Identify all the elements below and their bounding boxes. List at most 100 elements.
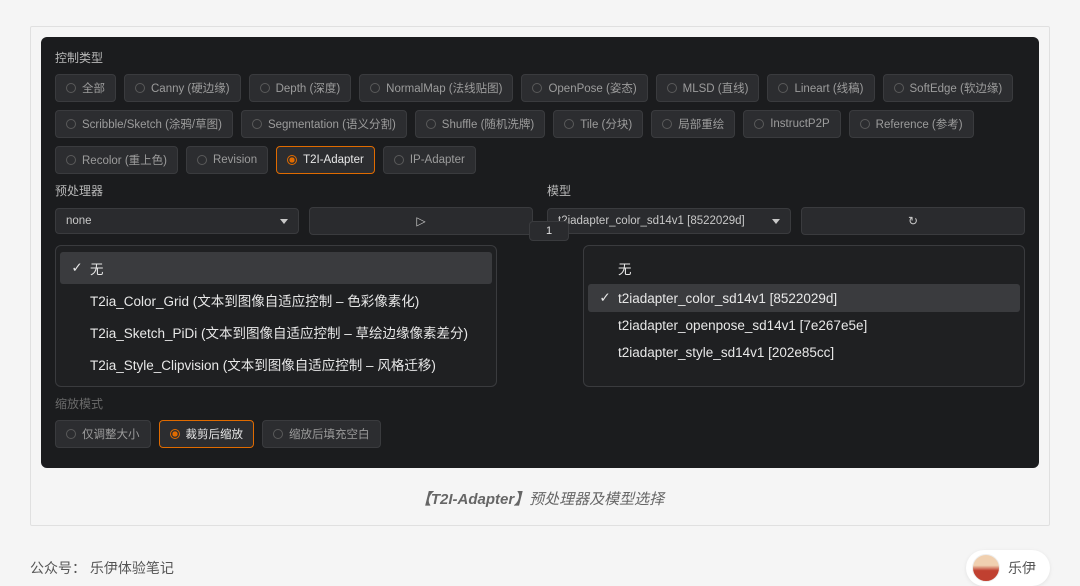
model-select[interactable]: t2iadapter_color_sd14v1 [8522029d] (547, 208, 791, 234)
radio-dot-icon (394, 155, 404, 165)
radio-dot-icon (287, 155, 297, 165)
radio-label: MLSD (直线) (683, 80, 749, 96)
dropdown-item[interactable]: ✓ t2iadapter_color_sd14v1 [8522029d] (588, 284, 1020, 312)
radio-label: Segmentation (语义分割) (268, 116, 396, 132)
radio-dot-icon (135, 83, 145, 93)
radio-dot-icon (252, 119, 262, 129)
dropdown-item-label: t2iadapter_style_sd14v1 [202e85cc] (618, 345, 834, 360)
radio-option[interactable]: InstructP2P (743, 110, 840, 138)
dropdown-item-label: 无 (618, 258, 632, 278)
model-label: 模型 (547, 182, 1025, 199)
dropdown-item[interactable]: t2iadapter_style_sd14v1 [202e85cc] (588, 339, 1020, 366)
radio-option[interactable]: T2I-Adapter (276, 146, 375, 174)
preprocessor-select[interactable]: none (55, 208, 299, 234)
model-value: t2iadapter_color_sd14v1 [8522029d] (558, 215, 745, 227)
radio-label: Depth (深度) (276, 80, 341, 96)
play-icon: ▷ (416, 214, 425, 228)
dropdown-item-label: t2iadapter_color_sd14v1 [8522029d] (618, 291, 837, 306)
dropdown-item-label: T2ia_Sketch_PiDi (文本到图像自适应控制 – 草绘边缘像素差分) (90, 322, 468, 342)
radio-label: SoftEdge (软边缘) (910, 80, 1003, 96)
refresh-models-button[interactable]: ↻ (801, 207, 1025, 235)
dropdown-item[interactable]: t2iadapter_openpose_sd14v1 [7e267e5e] (588, 312, 1020, 339)
radio-option[interactable]: Lineart (线稿) (767, 74, 874, 102)
radio-label: 局部重绘 (678, 116, 724, 132)
radio-dot-icon (778, 83, 788, 93)
radio-dot-icon (260, 83, 270, 93)
radio-label: Revision (213, 154, 257, 166)
radio-option[interactable]: Depth (深度) (249, 74, 352, 102)
section-label-control-type: 控制类型 (55, 49, 1025, 66)
radio-dot-icon (667, 83, 677, 93)
preprocessor-dropdown[interactable]: ✓无T2ia_Color_Grid (文本到图像自适应控制 – 色彩像素化)T2… (55, 245, 497, 387)
radio-dot-icon (370, 83, 380, 93)
radio-dot-icon (66, 155, 76, 165)
radio-option[interactable]: OpenPose (姿态) (521, 74, 647, 102)
radio-label: IP-Adapter (410, 154, 465, 166)
avatar-icon (972, 554, 1000, 582)
radio-label: 全部 (82, 80, 105, 96)
radio-option[interactable]: SoftEdge (软边缘) (883, 74, 1014, 102)
chevron-down-icon (772, 219, 780, 224)
radio-dot-icon (860, 119, 870, 129)
radio-option[interactable]: Scribble/Sketch (涂鸦/草图) (55, 110, 233, 138)
radio-dot-icon (66, 429, 76, 439)
radio-option[interactable]: Segmentation (语义分割) (241, 110, 407, 138)
radio-dot-icon (426, 119, 436, 129)
radio-label: Canny (硬边缘) (151, 80, 230, 96)
chevron-down-icon (280, 219, 288, 224)
radio-label: 缩放后填充空白 (289, 426, 370, 442)
dropdown-item-label: T2ia_Color_Grid (文本到图像自适应控制 – 色彩像素化) (90, 290, 419, 310)
author-name: 乐伊 (1008, 558, 1036, 578)
radio-label: T2I-Adapter (303, 154, 364, 166)
radio-label: 仅调整大小 (82, 426, 140, 442)
refresh-icon: ↻ (908, 214, 918, 228)
dropdown-item[interactable]: 无 (588, 252, 1020, 284)
radio-option[interactable]: IP-Adapter (383, 146, 476, 174)
radio-label: Shuffle (随机洗牌) (442, 116, 534, 132)
dropdown-item[interactable]: T2ia_Sketch_PiDi (文本到图像自适应控制 – 草绘边缘像素差分) (60, 316, 492, 348)
radio-option[interactable]: 仅调整大小 (55, 420, 151, 448)
radio-label: Tile (分块) (580, 116, 632, 132)
check-icon: ✓ (598, 290, 612, 306)
radio-option[interactable]: Recolor (重上色) (55, 146, 178, 174)
radio-dot-icon (662, 119, 672, 129)
radio-dot-icon (532, 83, 542, 93)
radio-option[interactable]: Revision (186, 146, 268, 174)
model-dropdown[interactable]: 无 ✓ t2iadapter_color_sd14v1 [8522029d] t2ia… (583, 245, 1025, 387)
dropdown-item-label: T2ia_Style_Clipvision (文本到图像自适应控制 – 风格迁移… (90, 354, 436, 374)
radio-option[interactable]: Shuffle (随机洗牌) (415, 110, 545, 138)
radio-option[interactable]: Tile (分块) (553, 110, 643, 138)
controlnet-panel: 控制类型 全部 Canny (硬边缘) Depth (深度) NormalMap (法… (41, 37, 1039, 468)
radio-label: InstructP2P (770, 118, 829, 130)
radio-label: NormalMap (法线贴图) (386, 80, 502, 96)
preprocessor-value: none (66, 215, 92, 227)
radio-option[interactable]: 全部 (55, 74, 116, 102)
author-chip: 乐伊 (966, 550, 1050, 586)
radio-label: Lineart (线稿) (794, 80, 863, 96)
dropdown-item-label: 无 (90, 258, 104, 278)
radio-option[interactable]: NormalMap (法线贴图) (359, 74, 513, 102)
radio-label: OpenPose (姿态) (548, 80, 636, 96)
dropdown-item[interactable]: T2ia_Color_Grid (文本到图像自适应控制 – 色彩像素化) (60, 284, 492, 316)
radio-option[interactable]: Canny (硬边缘) (124, 74, 241, 102)
radio-option[interactable]: 缩放后填充空白 (262, 420, 381, 448)
radio-dot-icon (66, 119, 76, 129)
radio-dot-icon (197, 155, 207, 165)
radio-label: Scribble/Sketch (涂鸦/草图) (82, 116, 222, 132)
check-icon: ✓ (70, 260, 84, 276)
number-input[interactable]: 1 (529, 221, 569, 241)
radio-dot-icon (170, 429, 180, 439)
dropdown-item[interactable]: T2ia_Style_Clipvision (文本到图像自适应控制 – 风格迁移… (60, 348, 492, 380)
radio-label: Recolor (重上色) (82, 152, 167, 168)
radio-option[interactable]: 裁剪后缩放 (159, 420, 255, 448)
radio-dot-icon (564, 119, 574, 129)
radio-label: 裁剪后缩放 (186, 426, 244, 442)
radio-option[interactable]: 局部重绘 (651, 110, 735, 138)
radio-option[interactable]: Reference (参考) (849, 110, 974, 138)
run-preprocessor-button[interactable]: ▷ (309, 207, 533, 235)
dropdown-item[interactable]: ✓无 (60, 252, 492, 284)
scale-mode-label: 缩放模式 (55, 395, 1025, 412)
scale-mode-row: 仅调整大小 裁剪后缩放 缩放后填充空白 (55, 420, 1025, 448)
radio-dot-icon (894, 83, 904, 93)
radio-option[interactable]: MLSD (直线) (656, 74, 760, 102)
